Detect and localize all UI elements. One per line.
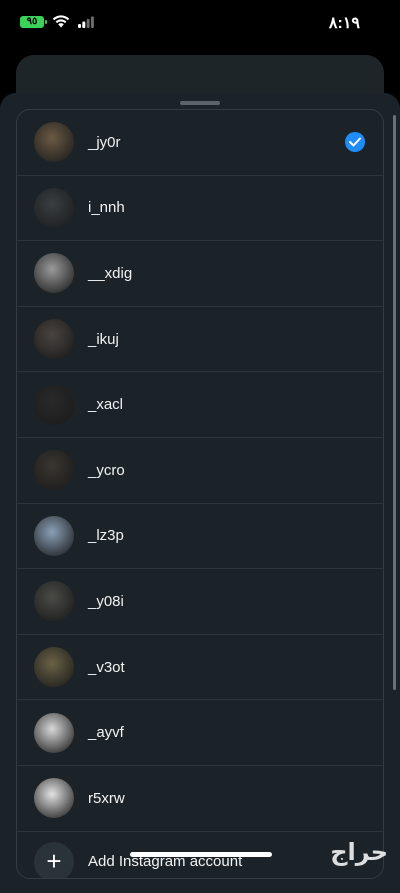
avatar <box>34 384 74 425</box>
avatar <box>34 187 74 228</box>
account-username: _ikuj <box>88 330 119 348</box>
avatar <box>34 712 74 753</box>
plus-icon: + <box>34 841 74 878</box>
account-row[interactable]: _y08i <box>17 569 383 635</box>
account-row[interactable]: _lz3p <box>17 504 383 570</box>
wifi-icon <box>52 15 70 28</box>
account-row[interactable]: __xdig <box>17 241 383 307</box>
status-bar: ٩٥ ٨:١٩ <box>0 0 400 50</box>
scrollbar[interactable] <box>393 115 396 690</box>
account-row[interactable]: i_nnh <box>17 176 383 242</box>
account-username: _y08i <box>88 592 124 610</box>
account-row[interactable]: _ayvf <box>17 700 383 766</box>
avatar <box>34 122 74 163</box>
account-list: _jy0r i_nnh __xdig _ikuj _xacl _ycro _lz3p _y08… <box>16 109 384 879</box>
account-username: _xacl <box>88 396 124 414</box>
home-indicator[interactable] <box>130 852 272 857</box>
account-row[interactable]: _v3ot <box>17 635 383 701</box>
sheet-drag-handle[interactable] <box>180 101 220 105</box>
avatar <box>34 778 74 819</box>
account-username: __xdig <box>88 264 133 282</box>
account-username: _v3ot <box>88 658 125 676</box>
battery-icon: ٩٥ <box>20 15 47 28</box>
watermark-logo: حراج <box>330 838 388 866</box>
account-username: i_nnh <box>88 199 125 217</box>
cellular-signal-icon <box>78 16 94 28</box>
account-row[interactable]: _jy0r <box>17 110 383 176</box>
selected-checkmark-icon <box>345 132 365 153</box>
account-row[interactable]: _ycro <box>17 438 383 504</box>
status-time: ٨:١٩ <box>328 15 360 32</box>
avatar <box>34 647 74 688</box>
account-username: r5xrw <box>88 789 125 807</box>
account-username: _ycro <box>88 461 125 479</box>
account-username: _jy0r <box>88 133 121 151</box>
account-username: _lz3p <box>88 527 124 545</box>
battery-level: ٩٥ <box>26 16 38 27</box>
account-row[interactable]: _xacl <box>17 372 383 438</box>
avatar <box>34 450 74 491</box>
account-username: _ayvf <box>88 724 124 742</box>
avatar <box>34 253 74 294</box>
status-icons: ٩٥ <box>20 15 94 28</box>
account-row[interactable]: r5xrw <box>17 766 383 832</box>
avatar <box>34 581 74 622</box>
account-row[interactable]: _ikuj <box>17 307 383 373</box>
avatar <box>34 319 74 360</box>
avatar <box>34 515 74 556</box>
